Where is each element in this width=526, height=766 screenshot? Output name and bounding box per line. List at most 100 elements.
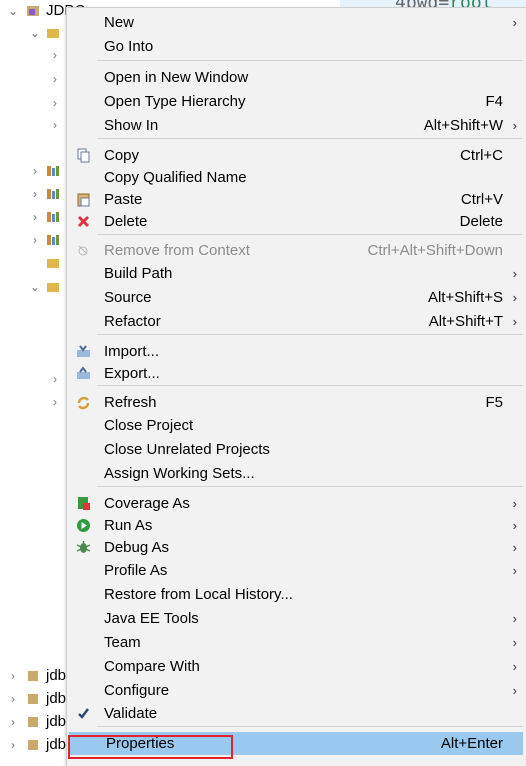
chevron-right-icon[interactable]: › <box>48 368 62 390</box>
menu-item-label: Delete <box>104 213 148 230</box>
menu-item-close-unrelated-projects[interactable]: Close Unrelated Projects <box>67 438 523 461</box>
chevron-right-icon[interactable]: › <box>28 229 42 251</box>
menu-item-assign-working-sets[interactable]: Assign Working Sets... <box>67 462 523 485</box>
menu-item-refactor[interactable]: Refactor Alt+Shift+T › <box>67 310 523 333</box>
properties-highlight-box <box>68 735 233 759</box>
context-menu: New › Go Into Open in New Window Open Type H… <box>66 7 526 766</box>
menu-separator <box>97 334 523 335</box>
submenu-arrow-icon: › <box>512 496 517 511</box>
project-explorer-tree: ⌄ JDBC ⌄ › › › › › › › › ⌄ › › › jdb › j… <box>0 0 85 765</box>
chevron-right-icon[interactable]: › <box>28 183 42 205</box>
coverage-icon <box>78 497 90 510</box>
menu-item-coverage-as[interactable]: Coverage As › <box>67 492 523 515</box>
menu-item-shortcut: F4 <box>485 93 503 110</box>
chevron-right-icon[interactable]: › <box>48 68 62 90</box>
menu-item-open-in-new-window[interactable]: Open in New Window <box>67 66 523 89</box>
menu-item-export[interactable]: Export... <box>67 362 523 385</box>
submenu-arrow-icon: › <box>512 266 517 281</box>
tree-item-label: jdb <box>46 690 67 707</box>
menu-separator <box>97 60 523 61</box>
menu-item-copy[interactable]: Copy Ctrl+C <box>67 144 523 167</box>
menu-item-label: Import... <box>104 343 160 360</box>
chevron-right-icon[interactable]: › <box>48 92 62 114</box>
menu-item-source[interactable]: Source Alt+Shift+S › <box>67 286 523 309</box>
menu-item-validate[interactable]: Validate <box>67 702 523 725</box>
library-icon <box>47 166 59 176</box>
submenu-arrow-icon: › <box>512 118 517 133</box>
chevron-right-icon[interactable]: › <box>6 688 20 710</box>
folder-icon <box>47 259 59 268</box>
menu-item-compare-with[interactable]: Compare With › <box>67 655 523 678</box>
menu-item-label: Close Unrelated Projects <box>104 441 270 458</box>
submenu-arrow-icon: › <box>512 290 517 305</box>
menu-item-paste[interactable]: Paste Ctrl+V <box>67 188 523 211</box>
chevron-right-icon[interactable]: › <box>6 711 20 733</box>
menu-item-label: Validate <box>104 705 158 722</box>
menu-item-import[interactable]: Import... <box>67 340 523 363</box>
menu-item-label: Java EE Tools <box>104 610 199 627</box>
submenu-arrow-icon: › <box>512 683 517 698</box>
menu-item-label: Refresh <box>104 394 157 411</box>
chevron-down-icon[interactable]: ⌄ <box>6 0 20 22</box>
chevron-right-icon[interactable]: › <box>6 665 20 687</box>
menu-item-remove-from-context[interactable]: Remove from Context Ctrl+Alt+Shift+Down <box>67 239 523 262</box>
jar-icon <box>28 740 38 750</box>
chevron-down-icon[interactable]: ⌄ <box>28 276 42 298</box>
menu-item-label: Copy <box>104 147 140 164</box>
submenu-arrow-icon: › <box>512 314 517 329</box>
library-icon <box>47 235 59 245</box>
menu-item-label: Run As <box>104 517 153 534</box>
submenu-arrow-icon: › <box>512 540 517 555</box>
menu-item-refresh[interactable]: Refresh F5 <box>67 391 523 414</box>
menu-item-shortcut: Alt+Shift+T <box>428 313 503 330</box>
source-folder-icon <box>47 29 59 38</box>
menu-item-build-path[interactable]: Build Path › <box>67 262 523 285</box>
menu-item-go-into[interactable]: Go Into <box>67 35 523 58</box>
menu-item-team[interactable]: Team › <box>67 631 523 654</box>
menu-item-shortcut: Alt+Shift+W <box>423 117 503 134</box>
library-icon <box>47 212 59 222</box>
chevron-down-icon[interactable]: ⌄ <box>28 22 42 44</box>
menu-separator <box>97 486 523 487</box>
menu-item-close-project[interactable]: Close Project <box>67 414 523 437</box>
menu-item-java-ee-tools[interactable]: Java EE Tools › <box>67 607 523 630</box>
menu-item-shortcut: Ctrl+C <box>460 147 503 164</box>
menu-item-show-in[interactable]: Show In Alt+Shift+W › <box>67 114 523 137</box>
project-icon <box>27 6 39 16</box>
submenu-arrow-icon: › <box>512 659 517 674</box>
chevron-right-icon[interactable]: › <box>28 206 42 228</box>
debug-icon <box>76 541 91 553</box>
paste-icon <box>77 193 90 207</box>
menu-item-restore-from-local-history[interactable]: Restore from Local History... <box>67 583 523 606</box>
chevron-right-icon[interactable]: › <box>48 391 62 413</box>
delete-icon <box>77 215 90 228</box>
chevron-right-icon[interactable]: › <box>6 734 20 756</box>
library-icon <box>47 189 59 199</box>
menu-item-delete[interactable]: Delete Delete <box>67 210 523 233</box>
chevron-right-icon[interactable]: › <box>28 160 42 182</box>
tree-item-label: jdb <box>46 736 67 753</box>
menu-item-profile-as[interactable]: Profile As › <box>67 559 523 582</box>
chevron-right-icon[interactable]: › <box>48 44 62 66</box>
menu-item-label: Assign Working Sets... <box>104 465 255 482</box>
menu-item-label: Show In <box>104 117 159 134</box>
menu-item-label: Paste <box>104 191 143 208</box>
menu-item-new[interactable]: New › <box>67 11 523 34</box>
menu-item-configure[interactable]: Configure › <box>67 679 523 702</box>
menu-item-label: Remove from Context <box>104 242 250 259</box>
chevron-right-icon[interactable]: › <box>48 114 62 136</box>
jar-icon <box>28 717 38 727</box>
run-icon <box>77 519 90 532</box>
menu-item-run-as[interactable]: Run As › <box>67 514 523 537</box>
remove-context-icon <box>78 245 88 256</box>
submenu-arrow-icon: › <box>512 563 517 578</box>
folder-icon <box>47 283 59 292</box>
menu-item-label: Configure <box>104 682 170 699</box>
tree-item-label: jdb <box>46 713 67 730</box>
menu-item-copy-qualified-name[interactable]: Copy Qualified Name <box>67 166 523 189</box>
menu-item-label: Team <box>104 634 141 651</box>
menu-item-label: Refactor <box>104 313 161 330</box>
submenu-arrow-icon: › <box>512 15 517 30</box>
menu-item-debug-as[interactable]: Debug As › <box>67 536 523 559</box>
menu-item-open-type-hierarchy[interactable]: Open Type Hierarchy F4 <box>67 90 523 113</box>
